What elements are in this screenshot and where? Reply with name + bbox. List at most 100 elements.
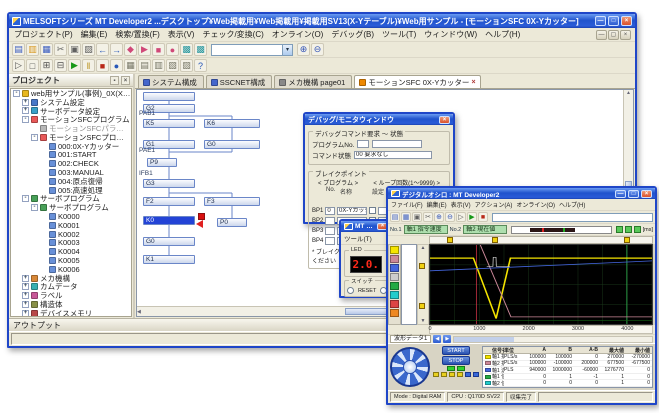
menu-item[interactable]: アクション(A) — [475, 200, 513, 209]
simulator-title-bar[interactable]: MT Simulator × — [341, 221, 391, 232]
help-icon[interactable]: ? — [194, 59, 207, 72]
menu-item[interactable]: プロジェクト(P) — [14, 29, 73, 40]
page-button[interactable] — [473, 372, 479, 377]
sfc-node[interactable]: G0 — [204, 140, 260, 149]
chevron-down-icon[interactable]: ▾ — [282, 45, 292, 55]
expand-toggle-icon[interactable]: + — [22, 275, 29, 282]
tree-item[interactable]: - サーボプログラム — [11, 203, 131, 212]
next-page-icon[interactable]: ▶ — [443, 335, 451, 343]
undo-icon[interactable]: ← — [96, 43, 109, 56]
sfc-node[interactable] — [143, 92, 195, 101]
tab-motion-sfc[interactable]: モーションSFC 0X-Yカッター × — [354, 75, 480, 88]
channel-color-chip[interactable] — [390, 264, 399, 272]
redo-icon[interactable]: → — [110, 43, 123, 56]
channel-color-chip[interactable] — [390, 300, 399, 308]
tree-item[interactable]: 004:原点復帰 — [11, 177, 131, 186]
tree-item[interactable]: - サーボプログラム — [11, 195, 131, 204]
expand-toggle-icon[interactable]: + — [22, 283, 29, 290]
collect-start-icon[interactable]: ▶ — [467, 212, 477, 222]
collect-stop-icon[interactable]: ■ — [478, 212, 488, 222]
menu-item[interactable]: 検索/置換(F) — [115, 29, 159, 40]
sfc-node[interactable]: K6 — [204, 119, 260, 128]
channel-color-chip[interactable] — [390, 291, 399, 299]
marker-button[interactable] — [441, 372, 447, 377]
sfc-node[interactable]: K5 — [143, 119, 195, 128]
menu-item[interactable]: ヘルプ(H) — [559, 200, 585, 209]
save-waveform-icon[interactable]: ▦ — [401, 212, 411, 222]
menu-item[interactable]: デバッグ(B) — [331, 29, 374, 40]
menu-item[interactable]: 編集(E) — [427, 200, 447, 209]
tree-item[interactable]: K0002 — [11, 230, 131, 239]
tab-close-icon[interactable]: × — [471, 79, 475, 86]
minimize-button[interactable]: — — [595, 16, 606, 26]
signal-row[interactable]: 軸2 位置決め完了 0 0 0 1 0 — [483, 380, 652, 387]
tree-item[interactable]: モーションSFCパラメータ — [11, 124, 131, 133]
tree-item[interactable]: K0003 — [11, 239, 131, 248]
device-batch-monitor-icon[interactable]: ▩ — [180, 43, 193, 56]
close-button[interactable]: × — [439, 116, 450, 124]
sfc-step-icon[interactable]: □ — [26, 59, 39, 72]
address-input[interactable] — [492, 213, 653, 222]
tree-item[interactable]: - モーションSFCプログラム — [11, 133, 131, 142]
waveform-graph[interactable] — [429, 244, 653, 325]
channel-color-chip[interactable] — [390, 273, 399, 281]
waveform-tab[interactable]: 波形データ1 — [390, 335, 431, 343]
tree-item[interactable]: 001:START — [11, 151, 131, 160]
sfc-node[interactable]: P0 — [217, 218, 247, 227]
sfc-branch-icon[interactable]: ⊟ — [54, 59, 67, 72]
scale-slider[interactable]: ▲ ▼ — [417, 244, 429, 325]
tree-item[interactable]: 000:0X-Yカッター — [11, 142, 131, 151]
trigger-level-marker[interactable] — [419, 263, 425, 269]
expand-toggle-icon[interactable]: + — [22, 301, 29, 308]
simulation-stop-icon[interactable]: ■ — [96, 59, 109, 72]
tree-item[interactable]: + デバイスメモリ — [11, 309, 131, 317]
sfc-node[interactable]: F2 — [143, 197, 195, 206]
cut-icon[interactable]: ✂ — [54, 43, 67, 56]
channel-color-chip[interactable] — [390, 255, 399, 263]
maximize-button[interactable]: □ — [608, 16, 619, 26]
menu-item[interactable]: ウィンドウ(W) — [424, 29, 477, 40]
expand-toggle-icon[interactable]: - — [22, 195, 29, 202]
scale-button[interactable] — [625, 226, 632, 233]
motion-sfc-new-icon[interactable]: ◆ — [124, 43, 137, 56]
open-waveform-icon[interactable]: ▤ — [390, 212, 400, 222]
tree-item[interactable]: K0001 — [11, 221, 131, 230]
menu-item[interactable]: ヘルプ(H) — [485, 29, 520, 40]
trigger-level-marker[interactable] — [419, 303, 425, 309]
menu-item[interactable]: チェック/変換(C) — [202, 29, 263, 40]
sfc-node[interactable]: K0 — [143, 216, 195, 225]
trigger-position-bar[interactable] — [511, 226, 611, 234]
jog-wheel[interactable] — [390, 347, 430, 387]
tab-mechanism[interactable]: メカ機構 page01 — [274, 75, 352, 88]
tree-item[interactable]: - web用サンプル(事例)_0X(X-Yカッター) — [11, 89, 131, 98]
channel-color-chip[interactable] — [390, 309, 399, 317]
cursor-flag[interactable] — [624, 237, 630, 243]
tab-sscnet-config[interactable]: SSCNET構成 — [206, 75, 272, 88]
tree-item[interactable]: 005:高速処理 — [11, 186, 131, 195]
search-combo[interactable]: ▾ — [211, 44, 293, 56]
expand-toggle-icon[interactable]: + — [22, 310, 29, 317]
oscilloscope-title-bar[interactable]: デジタルオシロ : MT Developer2 — □ × — [388, 188, 655, 199]
window-tile-icon[interactable]: ▤ — [138, 59, 151, 72]
debug-mode-icon[interactable]: ● — [110, 59, 123, 72]
sfc-node[interactable]: P9 — [147, 158, 177, 167]
close-button[interactable]: × — [621, 16, 632, 26]
tree-item[interactable]: K0005 — [11, 256, 131, 265]
dialog-title-bar[interactable]: デバッグ/モニタウィンドウ × — [305, 114, 453, 125]
prev-page-icon[interactable]: ◀ — [433, 335, 441, 343]
tree-item[interactable]: K0000 — [11, 212, 131, 221]
tree-item[interactable]: + カムデータ — [11, 283, 131, 292]
bp-no-field[interactable] — [325, 217, 335, 225]
breakpoint-marker[interactable] — [198, 213, 205, 220]
channel-list[interactable] — [401, 244, 417, 325]
bp-no-field[interactable]: 0 — [325, 207, 335, 215]
save-project-icon[interactable]: ▦ — [40, 43, 53, 56]
bp-set-checkbox[interactable] — [369, 207, 376, 214]
reset-radio[interactable] — [347, 287, 354, 294]
watch-window-icon[interactable]: ▩ — [194, 43, 207, 56]
scale-button[interactable] — [634, 226, 641, 233]
tree-item[interactable]: + サーボデータ設定 — [11, 107, 131, 116]
cursor-flag[interactable] — [447, 237, 453, 243]
copy-icon[interactable]: ▣ — [68, 43, 81, 56]
horizontal-scrollbar[interactable] — [453, 336, 653, 343]
